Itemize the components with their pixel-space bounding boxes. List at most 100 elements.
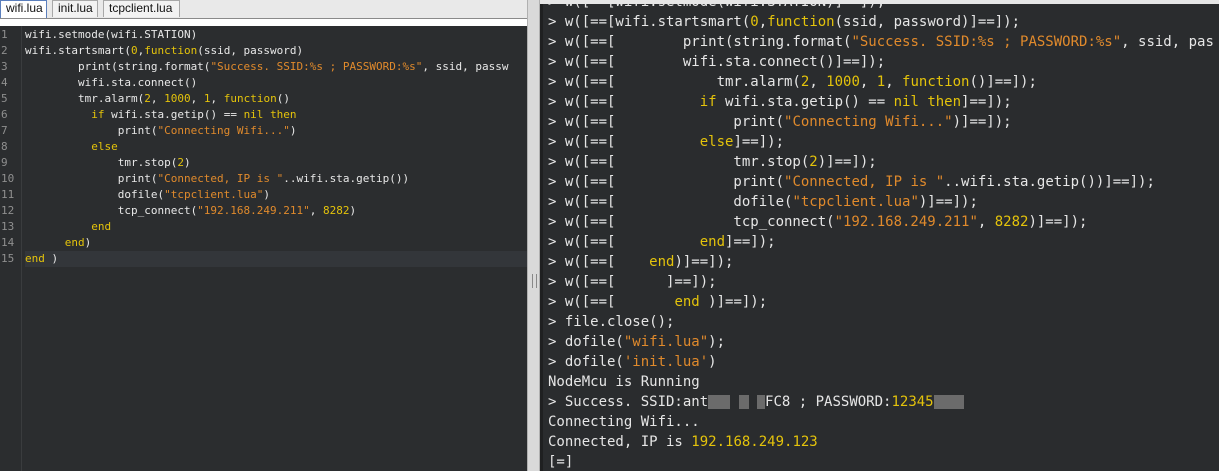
code-token: function bbox=[223, 92, 277, 105]
console-token: > w([==[ tmr.stop( bbox=[548, 154, 810, 170]
code-line[interactable]: dofile("tcpclient.lua") bbox=[25, 187, 270, 203]
line-number: 4 bbox=[1, 76, 8, 89]
editor-tab-bar: wifi.lua init.lua tcpclient.lua bbox=[0, 0, 527, 19]
console-line: > dofile("wifi.lua"); bbox=[548, 332, 725, 352]
console-token: , bbox=[809, 74, 827, 90]
code-line[interactable]: wifi.startsmart(0,function(ssid, passwor… bbox=[25, 43, 303, 59]
console-token: , bbox=[758, 14, 768, 30]
code-line[interactable]: end) bbox=[25, 235, 92, 251]
console-token: "192.168.249.211" bbox=[834, 214, 978, 230]
code-line[interactable]: tcp_connect("192.168.249.211", 8282) bbox=[25, 203, 356, 219]
console-line: > w([==[ tmr.alarm(2, 1000, 1, function(… bbox=[548, 72, 1037, 92]
console-token: 1 bbox=[876, 74, 886, 90]
code-line[interactable]: else bbox=[25, 139, 118, 155]
console-token: if bbox=[699, 94, 717, 110]
code-line[interactable]: tmr.alarm(2, 1000, 1, function() bbox=[25, 91, 290, 107]
console-line: > w([==[ if wifi.sta.getip() == nil then… bbox=[548, 92, 1012, 112]
line-number: 12 bbox=[1, 204, 15, 217]
console-token: function bbox=[902, 74, 970, 90]
console-token: , ssid, pas bbox=[1121, 34, 1214, 50]
console-line: [=] bbox=[548, 452, 573, 471]
console-token: end bbox=[674, 294, 700, 310]
code-token: ) bbox=[349, 204, 357, 217]
tab-init-lua[interactable]: init.lua bbox=[52, 0, 98, 17]
console-token: 1000 bbox=[826, 74, 860, 90]
code-line[interactable]: wifi.setmode(wifi.STATION) bbox=[25, 27, 197, 43]
console-token: end bbox=[699, 234, 726, 250]
console-token: "tcpclient.lua" bbox=[792, 194, 919, 210]
code-token: function bbox=[144, 44, 198, 57]
line-number: 8 bbox=[1, 140, 8, 153]
tab-tcpclient-lua[interactable]: tcpclient.lua bbox=[103, 0, 180, 17]
tab-wifi-lua[interactable]: wifi.lua bbox=[0, 0, 47, 18]
console-line: > file.close(); bbox=[548, 312, 674, 332]
console-token: > w([==[ bbox=[548, 294, 675, 310]
console-line: Connected, IP is 192.168.249.123 bbox=[548, 432, 818, 452]
pane-splitter[interactable] bbox=[527, 0, 540, 471]
code-token: "Connecting Wifi..." bbox=[157, 124, 290, 137]
code-token: wifi.setmode(wifi.STATION) bbox=[25, 28, 198, 41]
line-number: 14 bbox=[1, 236, 15, 249]
code-line[interactable]: print("Connecting Wifi...") bbox=[25, 123, 297, 139]
code-line[interactable]: end ) bbox=[25, 251, 527, 267]
console-token: Connected, IP is bbox=[548, 434, 692, 450]
console-token: > dofile( bbox=[548, 354, 624, 370]
console-token: )]==]); bbox=[817, 154, 877, 170]
code-token: wifi.startsmart( bbox=[25, 44, 131, 57]
line-number: 15 bbox=[1, 252, 15, 265]
console-line: > w([==[ wifi.sta.connect()]==]); bbox=[548, 52, 885, 72]
code-token: print( bbox=[25, 172, 158, 185]
console-token bbox=[730, 394, 738, 410]
console-token: FC8 ; PASSWORD: bbox=[765, 394, 892, 410]
code-line[interactable]: end bbox=[25, 219, 111, 235]
code-editor[interactable]: 1 2 3 4 5 6 7 8 9 10 11 12 13 14 15 wifi.setmode(wifi.… bbox=[0, 26, 527, 471]
console-line: > w([==[ tcp_connect("192.168.249.211", … bbox=[548, 212, 1087, 232]
code-line[interactable]: tmr.stop(2) bbox=[25, 155, 191, 171]
code-token: ) bbox=[183, 156, 191, 169]
console-token: ]==]); bbox=[733, 134, 785, 150]
code-token: then bbox=[270, 108, 297, 121]
console-token: "Success. SSID:%s ; PASSWORD:%s" bbox=[851, 34, 1122, 50]
code-token: , ssid, passw bbox=[422, 60, 509, 73]
console-token: "Connected, IP is " bbox=[784, 174, 945, 190]
console-token: "Connecting Wifi..." bbox=[784, 114, 953, 130]
code-line[interactable]: print(string.format("Success. SSID:%s ; … bbox=[25, 59, 508, 75]
console-token: 192.168.249.123 bbox=[691, 434, 818, 450]
serial-console-output[interactable]: > w([==[wifi.setmode(wifi.STATION)]==]);… bbox=[540, 0, 1219, 471]
console-token: ]==]); bbox=[725, 234, 776, 250]
code-line[interactable]: print("Connected, IP is "..wifi.sta.geti… bbox=[25, 171, 409, 187]
console-token: end bbox=[649, 254, 675, 270]
console-token: > w([==[ bbox=[548, 134, 700, 150]
console-token: > w([==[ ]==]); bbox=[548, 274, 717, 290]
console-token: 8282 bbox=[994, 214, 1029, 230]
console-line: > w([==[ end)]==]); bbox=[548, 252, 733, 272]
code-line[interactable]: wifi.sta.connect() bbox=[25, 75, 197, 91]
console-token: else bbox=[699, 134, 734, 150]
console-panel: > w([==[wifi.setmode(wifi.STATION)]==]);… bbox=[540, 0, 1219, 471]
console-token: )]==]); bbox=[699, 294, 768, 310]
console-token: > dofile( bbox=[548, 334, 624, 350]
console-token: ); bbox=[708, 334, 726, 350]
console-token: > w([==[ bbox=[548, 94, 700, 110]
console-token: > w([==[ tmr.alarm( bbox=[548, 74, 801, 90]
console-token: 'init.lua' bbox=[623, 354, 709, 370]
console-token: [=] bbox=[548, 454, 574, 470]
line-number-gutter: 1 2 3 4 5 6 7 8 9 10 11 12 13 14 15 bbox=[0, 26, 22, 471]
console-line: > w([==[ ]==]); bbox=[548, 272, 717, 292]
console-token: > w([==[ bbox=[548, 254, 650, 270]
console-token: > w([==[ print( bbox=[548, 114, 785, 130]
line-number: 2 bbox=[1, 44, 8, 57]
redacted-block bbox=[757, 395, 766, 409]
code-line[interactable]: if wifi.sta.getip() == nil then bbox=[25, 107, 297, 123]
code-token: end bbox=[64, 236, 85, 249]
code-token: tcp_connect( bbox=[25, 204, 198, 217]
splitter-grip-icon[interactable] bbox=[532, 274, 537, 288]
console-token: > w([==[ print(string.format( bbox=[548, 34, 852, 50]
console-token: > w([==[wifi.setmode(wifi.STATION)]==]); bbox=[548, 0, 886, 10]
console-token: )]==]); bbox=[1028, 214, 1088, 230]
console-line: Connecting Wifi... bbox=[548, 412, 700, 432]
console-token: )]==]); bbox=[674, 254, 734, 270]
code-token: end bbox=[25, 252, 45, 265]
